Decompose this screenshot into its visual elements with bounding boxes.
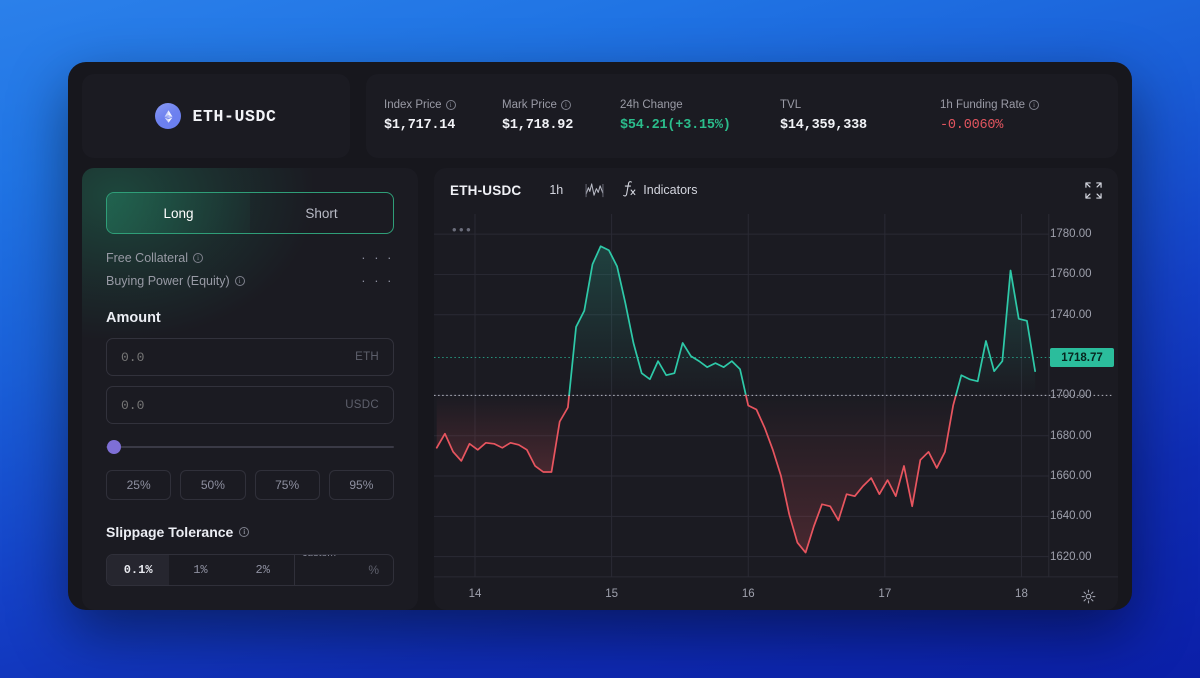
free-collateral-row: Free Collateral i · · · [106, 250, 394, 265]
more-dots-icon[interactable]: ••• [452, 222, 473, 237]
free-collateral-label: Free Collateral i [106, 251, 203, 265]
stat-24h-change-value: $54.21(+3.15%) [620, 118, 731, 133]
slippage-option-0-1[interactable]: 0.1% [107, 555, 170, 585]
trading-app-window: ETH-USDC Index Price i $1,717.14 Mark Pr… [68, 62, 1132, 610]
percent-button-95[interactable]: 95% [328, 470, 394, 500]
slippage-options: 0.1% 1% 2% % custom [106, 554, 394, 586]
stat-mark-price: Mark Price i $1,718.92 [502, 99, 620, 133]
chart-panel: ETH-USDC 1h Indicators ••• 1780.00 1760.… [434, 168, 1118, 610]
slider-thumb[interactable] [107, 440, 121, 454]
slippage-custom-label: custom [297, 555, 341, 559]
line-chart-icon[interactable] [585, 182, 604, 198]
amount-unit-usdc: USDC [345, 399, 379, 411]
indicators-label: Indicators [643, 183, 698, 197]
stat-mark-price-value: $1,718.92 [502, 118, 574, 133]
info-icon[interactable]: i [239, 527, 250, 537]
gear-icon[interactable] [1081, 589, 1096, 604]
market-stats-card: Index Price i $1,717.14 Mark Price i $1,… [366, 74, 1118, 158]
stat-tvl: TVL $14,359,338 [780, 99, 940, 133]
main-body: Long Short Free Collateral i · · · Buyin… [68, 158, 1132, 610]
amount-field-eth[interactable]: ETH [106, 338, 394, 376]
timeframe-selector[interactable]: 1h [549, 183, 563, 197]
buying-power-value: · · · [361, 273, 394, 288]
fullscreen-expand-icon[interactable] [1085, 181, 1102, 199]
stat-label-text: Mark Price [502, 99, 557, 111]
stat-tvl-value: $14,359,338 [780, 118, 867, 133]
stat-mark-price-label: Mark Price i [502, 99, 620, 111]
side-toggle: Long Short [106, 192, 394, 234]
quick-percent-row: 25% 50% 75% 95% [106, 470, 394, 500]
amount-unit-eth: ETH [355, 351, 379, 363]
amount-input-usdc[interactable] [121, 397, 346, 413]
stat-funding-rate-value: -0.0060% [940, 118, 1004, 133]
info-icon[interactable]: i [445, 100, 456, 110]
amount-slider[interactable] [106, 440, 394, 454]
slippage-custom-unit: % [368, 563, 379, 577]
order-panel: Long Short Free Collateral i · · · Buyin… [82, 168, 418, 610]
ethereum-logo-icon [155, 103, 182, 129]
slippage-option-1[interactable]: 1% [169, 555, 231, 585]
slider-track [106, 446, 394, 448]
current-price-tag: 1718.77 [1050, 348, 1114, 368]
short-button[interactable]: Short [250, 193, 393, 233]
pair-name: ETH-USDC [192, 106, 277, 126]
stat-funding-rate: 1h Funding Rate i -0.0060% [940, 99, 1100, 133]
chart-body[interactable]: ••• 1780.00 1760.00 1740.00 1700.00 1680.00 1… [434, 212, 1118, 610]
pair-card[interactable]: ETH-USDC [82, 74, 350, 158]
stat-label-text: 1h Funding Rate [940, 99, 1026, 111]
stat-label-text: TVL [780, 99, 802, 111]
info-icon[interactable]: i [234, 275, 245, 286]
amount-input-eth[interactable] [121, 349, 356, 365]
stat-index-price: Index Price i $1,717.14 [384, 99, 502, 133]
chart-symbol: ETH-USDC [450, 182, 522, 198]
long-button[interactable]: Long [107, 193, 250, 233]
percent-button-25[interactable]: 25% [106, 470, 172, 500]
stat-label-text: 24h Change [620, 99, 683, 111]
stat-funding-rate-label: 1h Funding Rate i [940, 99, 1100, 111]
price-chart[interactable] [434, 212, 1118, 610]
slippage-title-text: Slippage Tolerance [106, 524, 234, 540]
meta-label-text: Free Collateral [106, 250, 188, 265]
slippage-custom-input[interactable]: % [293, 555, 393, 585]
stat-label-text: Index Price [384, 99, 442, 111]
info-icon[interactable]: i [1029, 100, 1040, 110]
fx-icon [622, 180, 636, 200]
slippage-option-2[interactable]: 2% [232, 555, 294, 585]
percent-button-50[interactable]: 50% [180, 470, 246, 500]
amount-title: Amount [106, 310, 161, 326]
stat-24h-change: 24h Change $54.21(+3.15%) [620, 99, 780, 133]
slippage-title: Slippage Tolerance i [106, 524, 394, 540]
meta-label-text: Buying Power (Equity) [106, 273, 230, 288]
indicators-button[interactable]: Indicators [622, 180, 697, 200]
amount-field-usdc[interactable]: USDC [106, 386, 394, 424]
stat-tvl-label: TVL [780, 99, 940, 111]
buying-power-label: Buying Power (Equity) i [106, 274, 245, 288]
info-icon[interactable]: i [560, 100, 571, 110]
free-collateral-value: · · · [361, 250, 394, 265]
stat-24h-change-label: 24h Change [620, 99, 780, 111]
info-icon[interactable]: i [192, 252, 203, 263]
percent-button-75[interactable]: 75% [254, 470, 320, 500]
stat-index-price-label: Index Price i [384, 99, 502, 111]
chart-toolbar: ETH-USDC 1h Indicators [434, 168, 1118, 212]
stat-index-price-value: $1,717.14 [384, 118, 456, 133]
buying-power-row: Buying Power (Equity) i · · · [106, 273, 394, 288]
top-bar: ETH-USDC Index Price i $1,717.14 Mark Pr… [68, 62, 1132, 158]
